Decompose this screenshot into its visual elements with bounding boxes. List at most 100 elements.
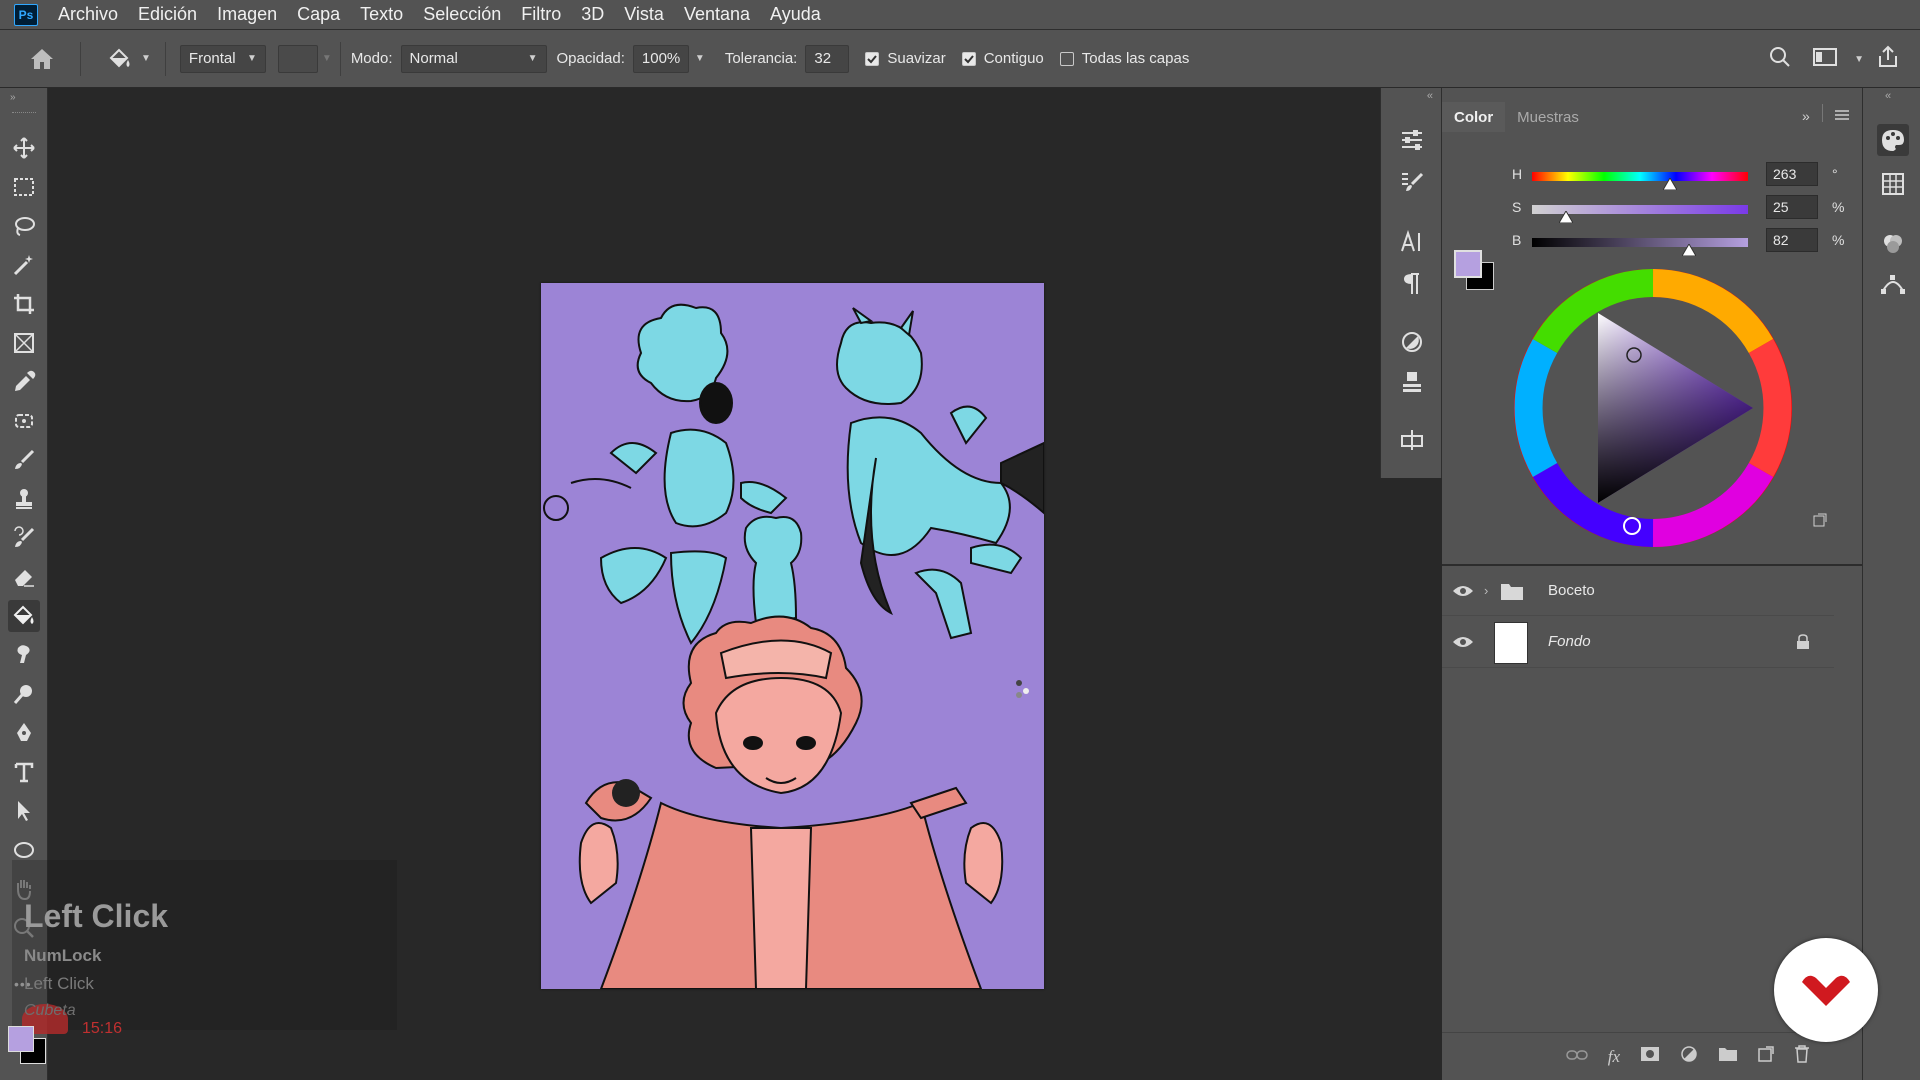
all-layers-checkbox[interactable]	[1059, 51, 1074, 66]
menu-ayuda[interactable]: Ayuda	[770, 4, 821, 25]
collapse-toolbar-icon[interactable]: »	[10, 92, 16, 103]
menu-edicion[interactable]: Edición	[138, 4, 197, 25]
fx-icon[interactable]: fx	[1608, 1047, 1620, 1067]
contiguous-label: Contiguo	[983, 50, 1044, 67]
panel-foreground-swatch[interactable]	[1454, 250, 1482, 278]
frame-tool-icon[interactable]	[8, 327, 40, 359]
mode-dropdown[interactable]: Normal ▼	[400, 44, 547, 73]
toolbar-grip[interactable]	[12, 112, 36, 114]
pen-tool-icon[interactable]	[8, 717, 40, 749]
opacity-slider-toggle[interactable]: ▼	[695, 53, 705, 64]
layer-row-boceto[interactable]: › Boceto	[1442, 566, 1834, 616]
chevron-down-icon[interactable]: ▼	[1854, 54, 1864, 65]
paint-bucket-tool-icon[interactable]	[8, 600, 40, 632]
timeline-icon[interactable]	[1396, 424, 1428, 456]
marquee-tool-icon[interactable]	[8, 171, 40, 203]
mode-value: Normal	[409, 50, 458, 67]
search-icon[interactable]	[1768, 45, 1800, 73]
menu-archivo[interactable]: Archivo	[58, 4, 118, 25]
brightness-slider[interactable]	[1532, 238, 1748, 247]
contiguous-checkbox[interactable]	[961, 51, 976, 66]
paths-icon[interactable]	[1877, 268, 1909, 300]
menu-capa[interactable]: Capa	[297, 4, 340, 25]
saturation-slider-handle[interactable]	[1559, 211, 1573, 223]
menu-imagen[interactable]: Imagen	[217, 4, 277, 25]
stamp-tool-icon[interactable]	[8, 483, 40, 515]
fill-source-dropdown[interactable]: Frontal ▼	[179, 44, 266, 73]
add-mask-icon[interactable]	[1640, 1046, 1660, 1067]
menu-3d[interactable]: 3D	[581, 4, 604, 25]
home-icon[interactable]	[22, 39, 62, 79]
tool-preset-picker[interactable]: ▼	[105, 46, 151, 72]
eyedropper-tool-icon[interactable]	[8, 366, 40, 398]
lasso-tool-icon[interactable]	[8, 210, 40, 242]
path-selection-tool-icon[interactable]	[8, 795, 40, 827]
styles-icon[interactable]	[1396, 326, 1428, 358]
channels-icon[interactable]	[1877, 228, 1909, 260]
collapse-right-icon[interactable]: «	[1885, 90, 1891, 102]
swatches-grid-icon[interactable]	[1877, 168, 1909, 200]
divider	[164, 41, 166, 76]
chevron-down-icon[interactable]: ▼	[322, 53, 332, 64]
eraser-tool-icon[interactable]	[8, 561, 40, 593]
hue-slider[interactable]	[1532, 172, 1748, 181]
delete-layer-icon[interactable]	[1794, 1045, 1810, 1068]
saturation-field[interactable]: 25	[1766, 195, 1818, 219]
tolerance-field[interactable]: 32	[805, 44, 850, 73]
divider	[1822, 104, 1823, 122]
adjustments-icon[interactable]	[1396, 124, 1428, 156]
document-canvas[interactable]	[541, 283, 1044, 989]
magic-wand-tool-icon[interactable]	[8, 249, 40, 281]
panel-menu-icon[interactable]	[1834, 108, 1850, 126]
brand-logo-icon	[1802, 975, 1850, 1006]
opacity-field[interactable]: 100%	[632, 44, 689, 73]
illustration-image	[541, 283, 1044, 989]
link-layers-icon[interactable]	[1565, 1048, 1588, 1066]
tab-muestras[interactable]: Muestras	[1505, 102, 1591, 132]
dodge-tool-icon[interactable]	[8, 678, 40, 710]
color-palette-icon[interactable]	[1877, 124, 1909, 156]
menu-filtro[interactable]: Filtro	[521, 4, 561, 25]
move-tool-icon[interactable]	[8, 132, 40, 164]
history-brush-tool-icon[interactable]	[8, 522, 40, 554]
menu-texto[interactable]: Texto	[360, 4, 403, 25]
lock-icon[interactable]	[1796, 633, 1810, 650]
hue-field[interactable]: 263	[1766, 162, 1818, 186]
color-wheel[interactable]	[1513, 268, 1793, 548]
libraries-icon[interactable]	[1396, 366, 1428, 398]
collapse-left-icon[interactable]: «	[1427, 90, 1433, 102]
character-icon[interactable]	[1396, 226, 1428, 258]
tab-color[interactable]: Color	[1442, 102, 1506, 132]
expand-group-icon[interactable]: ›	[1484, 583, 1488, 598]
smooth-label: Suavizar	[887, 50, 946, 67]
brush-settings-icon[interactable]	[1396, 166, 1428, 198]
menu-vista[interactable]: Vista	[624, 4, 664, 25]
pattern-picker[interactable]	[277, 44, 318, 73]
patch-tool-icon[interactable]	[8, 405, 40, 437]
brush-tool-icon[interactable]	[8, 444, 40, 476]
panel-expand-icon[interactable]: »	[1802, 108, 1810, 124]
visibility-eye-icon[interactable]	[1452, 635, 1474, 649]
smooth-checkbox[interactable]	[865, 51, 880, 66]
new-layer-icon[interactable]	[1758, 1046, 1774, 1067]
brightness-field[interactable]: 82	[1766, 228, 1818, 252]
paragraph-icon[interactable]	[1396, 268, 1428, 300]
share-icon[interactable]	[1876, 45, 1908, 73]
collapsed-panels-strip: «	[1380, 88, 1442, 478]
blur-tool-icon[interactable]	[8, 639, 40, 671]
crop-tool-icon[interactable]	[8, 288, 40, 320]
brightness-slider-handle[interactable]	[1682, 244, 1696, 256]
new-group-icon[interactable]	[1718, 1046, 1738, 1067]
layer-row-fondo[interactable]: Fondo	[1442, 616, 1834, 668]
visibility-eye-icon[interactable]	[1452, 584, 1474, 598]
menu-seleccion[interactable]: Selección	[423, 4, 501, 25]
workspace-icon[interactable]	[1812, 46, 1844, 72]
adjustment-layer-icon[interactable]	[1680, 1045, 1698, 1068]
hue-slider-handle[interactable]	[1663, 178, 1677, 190]
brightness-value: 82	[1773, 232, 1789, 248]
out-of-gamut-icon[interactable]	[1812, 512, 1828, 533]
foreground-color-swatch[interactable]	[8, 1026, 34, 1052]
type-tool-icon[interactable]	[8, 756, 40, 788]
key-overlay-time: 15:16	[82, 1020, 123, 1037]
menu-ventana[interactable]: Ventana	[684, 4, 750, 25]
